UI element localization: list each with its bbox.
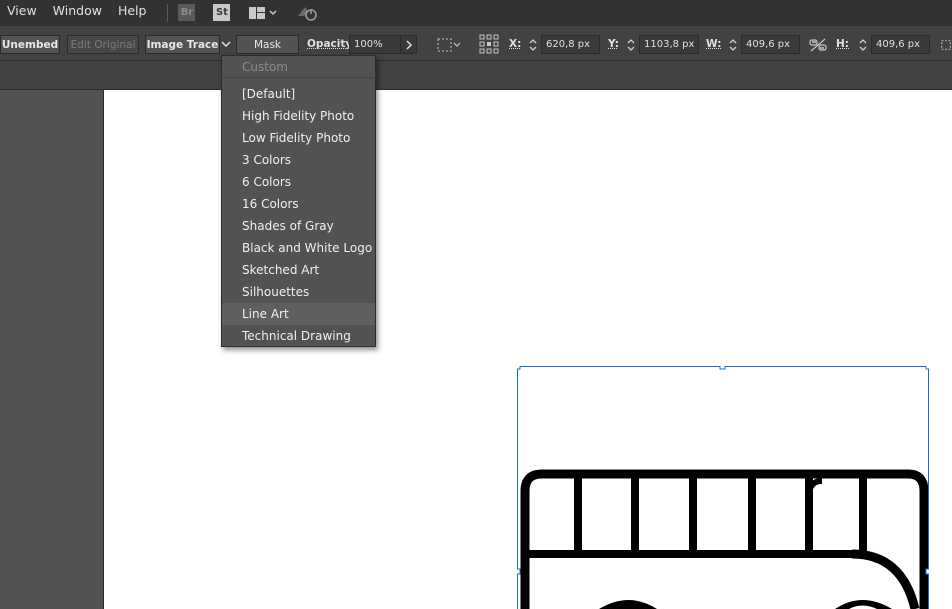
stock-icon[interactable]: St (213, 4, 231, 21)
preset-item-3-colors[interactable]: 3 Colors (222, 149, 375, 171)
h-stepper-icon[interactable] (855, 35, 871, 54)
preset-list: [Default] High Fidelity Photo Low Fidelity… (222, 83, 375, 347)
opacity-expand-icon[interactable] (400, 35, 417, 54)
selection-options-icon[interactable] (437, 35, 463, 54)
edit-original-button: Edit Original (67, 35, 139, 54)
preset-item-high-fidelity-photo[interactable]: High Fidelity Photo (222, 105, 375, 127)
preset-custom: Custom (222, 56, 375, 78)
trace-preset-chevron-icon[interactable] (220, 38, 232, 50)
menu-window[interactable]: Window (46, 0, 111, 25)
document-tab-bar (0, 61, 952, 90)
preset-item-line-art[interactable]: Line Art (222, 303, 375, 325)
x-position-input[interactable]: 620,8 px (541, 35, 600, 54)
y-stepper-icon[interactable] (623, 35, 639, 54)
constrain-proportions-icon[interactable] (808, 36, 828, 54)
x-stepper-icon[interactable] (525, 35, 541, 54)
menu-bar: View Window Help Br St (0, 0, 952, 25)
preset-item-silhouettes[interactable]: Silhouettes (222, 281, 375, 303)
preset-item-16-colors[interactable]: 16 Colors (222, 193, 375, 215)
h-label: H: (836, 38, 849, 50)
transform-icon[interactable] (940, 36, 952, 54)
placed-image-graphic (514, 363, 932, 609)
x-label: X: (509, 38, 522, 50)
y-label: Y: (608, 38, 619, 50)
menu-separator (167, 3, 169, 22)
bridge-icon[interactable]: Br (178, 4, 196, 21)
preset-item-default[interactable]: [Default] (222, 83, 375, 105)
opacity-input[interactable]: 100% (349, 35, 401, 54)
y-position-input[interactable]: 1103,8 px (639, 35, 699, 54)
menu-view[interactable]: View (0, 0, 46, 25)
unembed-button[interactable]: Unembed (0, 35, 60, 54)
width-input[interactable]: 409,6 px (741, 35, 800, 54)
height-input[interactable]: 409,6 px (871, 35, 930, 54)
preset-item-low-fidelity-photo[interactable]: Low Fidelity Photo (222, 127, 375, 149)
w-stepper-icon[interactable] (725, 35, 741, 54)
preset-item-black-and-white-logo[interactable]: Black and White Logo (222, 237, 375, 259)
mask-button[interactable]: Mask (236, 35, 299, 54)
preset-item-6-colors[interactable]: 6 Colors (222, 171, 375, 193)
control-bar: Unembed Edit Original Image Trace Mask O… (0, 25, 952, 61)
trace-preset-dropdown[interactable]: Custom [Default] High Fidelity Photo Low F… (221, 55, 376, 347)
preset-item-shades-of-gray[interactable]: Shades of Gray (222, 215, 375, 237)
w-label: W: (706, 38, 722, 50)
reference-point-icon[interactable] (479, 33, 499, 55)
preset-item-technical-drawing[interactable]: Technical Drawing (222, 325, 375, 347)
arrange-documents-icon[interactable] (248, 6, 278, 20)
menu-help[interactable]: Help (111, 0, 156, 25)
preset-item-sketched-art[interactable]: Sketched Art (222, 259, 375, 281)
placed-image[interactable] (514, 363, 932, 609)
gpu-performance-icon[interactable] (296, 4, 320, 22)
image-trace-button[interactable]: Image Trace (145, 35, 220, 54)
